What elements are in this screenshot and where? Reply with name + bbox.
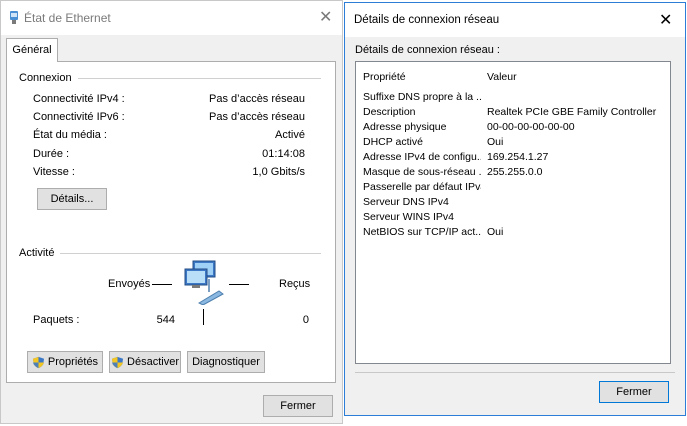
title-bar[interactable]: État de Ethernet ✕ (1, 1, 342, 35)
property-cell: Description (363, 106, 416, 118)
speed-value: 1,0 Gbits/s (252, 166, 305, 178)
value-cell: Realtek PCIe GBE Family Controller (487, 106, 657, 118)
properties-button[interactable]: Propriétés (27, 351, 103, 373)
value-cell: Oui (487, 226, 504, 238)
ipv4-connectivity-label: Connectivité IPv4 : (33, 93, 125, 105)
property-cell: Suffixe DNS propre à la ... (363, 91, 481, 103)
list-item[interactable]: Serveur WINS IPv4 (356, 211, 670, 226)
value-cell: Oui (487, 136, 504, 148)
value-cell: 169.254.1.27 (487, 151, 549, 163)
activity-group-heading: Activité (19, 247, 61, 259)
packets-sent-value: 544 (156, 314, 175, 326)
network-adapter-icon (10, 11, 18, 24)
media-state-value: Activé (275, 129, 305, 141)
property-cell: Passerelle par défaut IPv4 (363, 181, 481, 193)
group-divider (19, 253, 321, 254)
list-item[interactable]: Suffixe DNS propre à la ... (356, 91, 670, 106)
disable-button-label: Désactiver (127, 356, 179, 368)
network-computers-icon (184, 260, 224, 305)
column-header-value[interactable]: Valeur (487, 71, 517, 83)
connection-group-heading: Connexion (19, 72, 78, 84)
details-list[interactable]: Propriété Valeur Suffixe DNS propre à la… (355, 61, 671, 364)
tab-general[interactable]: Général (6, 38, 58, 62)
received-label: Reçus (279, 278, 311, 290)
list-item[interactable]: Passerelle par défaut IPv4 (356, 181, 670, 196)
duration-value: 01:14:08 (262, 148, 305, 160)
uac-shield-icon (111, 356, 124, 368)
value-cell: 255.255.0.0 (487, 166, 543, 178)
list-item[interactable]: NetBIOS sur TCP/IP act... Oui (356, 226, 670, 241)
packets-received-value: 0 (302, 314, 309, 326)
close-button[interactable]: Fermer (263, 395, 333, 417)
property-cell: NetBIOS sur TCP/IP act... (363, 226, 481, 238)
property-cell: Serveur DNS IPv4 (363, 196, 449, 208)
speed-label: Vitesse : (33, 166, 75, 178)
close-button[interactable]: Fermer (599, 381, 669, 403)
packets-label: Paquets : (33, 314, 80, 326)
sent-line (152, 284, 172, 285)
diagnose-button[interactable]: Diagnostiquer (187, 351, 265, 373)
activity-divider (203, 309, 204, 325)
details-button[interactable]: Détails... (37, 188, 107, 210)
details-subtitle: Détails de connexion réseau : (355, 44, 500, 56)
general-tab-panel: Connexion Connectivité IPv4 : Pas d’accè… (6, 61, 336, 383)
list-item[interactable]: Description Realtek PCIe GBE Family Cont… (356, 106, 670, 121)
property-cell: Adresse physique (363, 121, 447, 133)
received-line (229, 284, 249, 285)
media-state-label: État du média : (33, 129, 107, 141)
window-title: Détails de connexion réseau (354, 14, 500, 26)
ipv6-connectivity-value: Pas d’accès réseau (209, 111, 305, 123)
value-cell: 00-00-00-00-00-00 (487, 121, 575, 133)
list-item[interactable]: DHCP activé Oui (356, 136, 670, 151)
list-header: Propriété Valeur (356, 71, 670, 86)
sent-label: Envoyés (108, 278, 151, 290)
close-icon[interactable]: ✕ (659, 13, 672, 29)
property-cell: Masque de sous-réseau ... (363, 166, 481, 178)
title-bar[interactable]: Détails de connexion réseau ✕ (345, 3, 685, 37)
ethernet-status-window: État de Ethernet ✕ Général Connexion Con… (0, 0, 343, 424)
column-header-property[interactable]: Propriété (363, 71, 481, 83)
window-title: État de Ethernet (24, 11, 111, 25)
list-item[interactable]: Adresse IPv4 de configu... 169.254.1.27 (356, 151, 670, 166)
property-cell: Adresse IPv4 de configu... (363, 151, 481, 163)
ipv6-connectivity-label: Connectivité IPv6 : (33, 111, 125, 123)
list-item[interactable]: Serveur DNS IPv4 (356, 196, 670, 211)
property-cell: Serveur WINS IPv4 (363, 211, 455, 223)
disable-button[interactable]: Désactiver (109, 351, 181, 373)
properties-button-label: Propriétés (47, 356, 99, 368)
uac-shield-icon (32, 356, 44, 368)
close-icon[interactable]: ✕ (319, 10, 332, 26)
list-item[interactable]: Adresse physique 00-00-00-00-00-00 (356, 121, 670, 136)
duration-label: Durée : (33, 148, 70, 160)
network-connection-details-window: Détails de connexion réseau ✕ Détails de… (344, 2, 686, 416)
list-item[interactable]: Masque de sous-réseau ... 255.255.0.0 (356, 166, 670, 181)
ipv4-connectivity-value: Pas d’accès réseau (209, 93, 305, 105)
property-cell: DHCP activé (363, 136, 423, 148)
divider (355, 372, 675, 373)
